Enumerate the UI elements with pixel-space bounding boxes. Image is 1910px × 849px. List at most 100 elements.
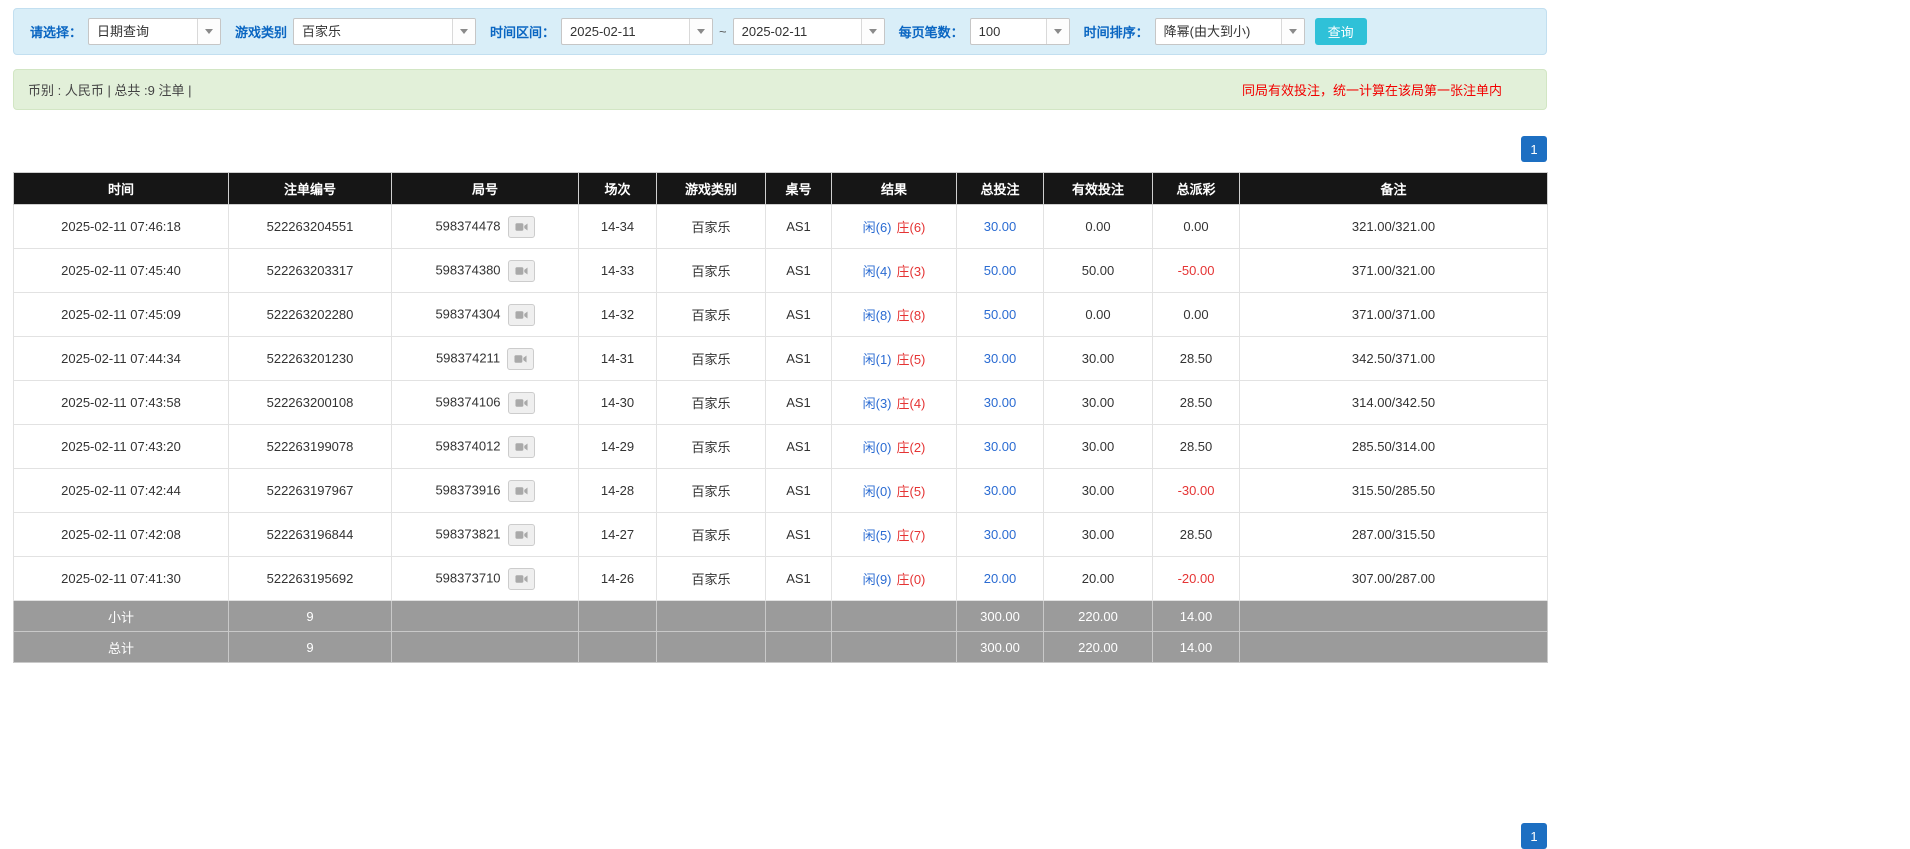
cell-payout: 0.00 <box>1152 204 1240 249</box>
round-no: 598374304 <box>435 305 501 321</box>
date-to-select[interactable]: 2025-02-11 <box>732 18 885 45</box>
cell-payout: 0.00 <box>1152 292 1240 337</box>
total-bet-link[interactable]: 30.00 <box>984 351 1017 366</box>
cell-time: 2025-02-11 07:41:30 <box>13 556 229 601</box>
total-bet-link[interactable]: 50.00 <box>984 307 1017 322</box>
table-footer: 小计 9 300.00 220.00 14.00 总计 9 300.00 220… <box>13 600 1548 663</box>
currency-summary: 币别 : 人民币 | 总共 :9 注单 | <box>28 83 192 98</box>
info-bar: 币别 : 人民币 | 总共 :9 注单 | 同局有效投注，统一计算在该局第一张注… <box>13 69 1547 110</box>
video-replay-icon[interactable] <box>507 567 535 590</box>
cell-remark: 287.00/315.50 <box>1239 512 1548 557</box>
video-replay-icon[interactable] <box>507 435 535 458</box>
video-replay-icon[interactable] <box>507 215 535 238</box>
table-row: 2025-02-11 07:42:44 522263197967 598373916… <box>13 468 1548 513</box>
chevron-down-icon[interactable] <box>1280 19 1304 44</box>
total-row: 总计 9 300.00 220.00 14.00 <box>13 631 1548 663</box>
game-category-value: 百家乐 <box>302 24 342 39</box>
total-bet-link[interactable]: 30.00 <box>984 439 1017 454</box>
total-bet-link[interactable]: 50.00 <box>984 263 1017 278</box>
cell-game: 百家乐 <box>656 424 766 469</box>
empty-cell <box>1239 631 1548 663</box>
cell-game: 百家乐 <box>656 292 766 337</box>
video-replay-icon[interactable] <box>507 303 535 326</box>
cell-remark: 315.50/285.50 <box>1239 468 1548 513</box>
empty-cell <box>831 631 957 663</box>
cell-payout: -50.00 <box>1152 248 1240 293</box>
cell-valid-bet: 30.00 <box>1043 512 1153 557</box>
cell-time: 2025-02-11 07:43:20 <box>13 424 229 469</box>
cell-result: 闲(9) 庄(0) <box>831 556 957 601</box>
round-no: 598374380 <box>435 261 501 277</box>
cell-valid-bet: 0.00 <box>1043 204 1153 249</box>
video-replay-icon[interactable] <box>507 479 535 502</box>
sort-label: 时间排序： <box>1083 25 1149 40</box>
per-page-value: 100 <box>978 24 1001 39</box>
date-from-select[interactable]: 2025-02-11 <box>561 18 714 45</box>
cell-remark: 321.00/321.00 <box>1239 204 1548 249</box>
cell-bet-no: 522263196844 <box>228 512 392 557</box>
total-bet-link[interactable]: 30.00 <box>984 483 1017 498</box>
result-banker: 庄(4) <box>896 396 926 411</box>
subtotal-payout: 14.00 <box>1152 600 1240 632</box>
chevron-down-icon[interactable] <box>1045 19 1069 44</box>
cell-round-no: 598374106 <box>391 380 579 425</box>
col-header-table-no: 桌号 <box>765 172 832 205</box>
page-container: 请选择： 日期查询 游戏类别 百家乐 时间区间： 2025-02-11 ~ 20… <box>13 8 1548 849</box>
per-page-select[interactable]: 100 <box>969 18 1070 45</box>
result-banker: 庄(0) <box>896 572 926 587</box>
page-1-button[interactable]: 1 <box>1521 136 1547 162</box>
cell-time: 2025-02-11 07:42:08 <box>13 512 229 557</box>
cell-bet-no: 522263200108 <box>228 380 392 425</box>
table-row: 2025-02-11 07:45:40 522263203317 598374380… <box>13 248 1548 293</box>
cell-valid-bet: 30.00 <box>1043 336 1153 381</box>
video-replay-icon[interactable] <box>507 347 535 370</box>
total-bet-link[interactable]: 30.00 <box>984 527 1017 542</box>
total-bet-link[interactable]: 30.00 <box>984 219 1017 234</box>
cell-time: 2025-02-11 07:44:34 <box>13 336 229 381</box>
subtotal-total-bet: 300.00 <box>956 600 1044 632</box>
video-replay-icon[interactable] <box>507 259 535 282</box>
col-header-time: 时间 <box>13 172 229 205</box>
total-bet-link[interactable]: 30.00 <box>984 395 1017 410</box>
cell-total-bet: 30.00 <box>956 380 1044 425</box>
cell-time: 2025-02-11 07:45:40 <box>13 248 229 293</box>
total-payout: 14.00 <box>1152 631 1240 663</box>
cell-remark: 314.00/342.50 <box>1239 380 1548 425</box>
empty-cell <box>765 631 832 663</box>
cell-result: 闲(4) 庄(3) <box>831 248 957 293</box>
video-replay-icon[interactable] <box>507 523 535 546</box>
chevron-down-icon[interactable] <box>452 19 476 44</box>
total-bet-link[interactable]: 20.00 <box>984 571 1017 586</box>
query-type-select[interactable]: 日期查询 <box>88 18 222 45</box>
query-button[interactable]: 查询 <box>1314 18 1367 45</box>
empty-cell <box>578 600 657 632</box>
total-valid-bet: 220.00 <box>1043 631 1153 663</box>
chevron-down-icon[interactable] <box>689 19 713 44</box>
pagination-top: 1 <box>13 136 1547 162</box>
cell-time: 2025-02-11 07:42:44 <box>13 468 229 513</box>
cell-session: 14-27 <box>578 512 657 557</box>
empty-cell <box>765 600 832 632</box>
cell-bet-no: 522263204551 <box>228 204 392 249</box>
result-player: 闲(0) <box>862 484 892 499</box>
chevron-down-icon[interactable] <box>197 19 221 44</box>
payout-value: -20.00 <box>1177 571 1215 586</box>
sort-select[interactable]: 降幂(由大到小) <box>1154 18 1305 45</box>
table-row: 2025-02-11 07:42:08 522263196844 598373821… <box>13 512 1548 557</box>
cell-round-no: 598373821 <box>391 512 579 557</box>
result-player: 闲(1) <box>862 352 892 367</box>
same-round-notice: 同局有效投注，统一计算在该局第一张注单内 <box>1241 83 1502 98</box>
cell-remark: 307.00/287.00 <box>1239 556 1548 601</box>
col-header-bet-no: 注单编号 <box>228 172 392 205</box>
cell-result: 闲(0) 庄(2) <box>831 424 957 469</box>
video-replay-icon[interactable] <box>507 391 535 414</box>
cell-valid-bet: 0.00 <box>1043 292 1153 337</box>
result-player: 闲(4) <box>862 264 892 279</box>
cell-valid-bet: 30.00 <box>1043 468 1153 513</box>
cell-payout: 28.50 <box>1152 380 1240 425</box>
chevron-down-icon[interactable] <box>860 19 884 44</box>
result-player: 闲(9) <box>862 572 892 587</box>
table-row: 2025-02-11 07:44:34 522263201230 598374211… <box>13 336 1548 381</box>
game-category-select[interactable]: 百家乐 <box>293 18 477 45</box>
page-1-button[interactable]: 1 <box>1521 823 1547 849</box>
